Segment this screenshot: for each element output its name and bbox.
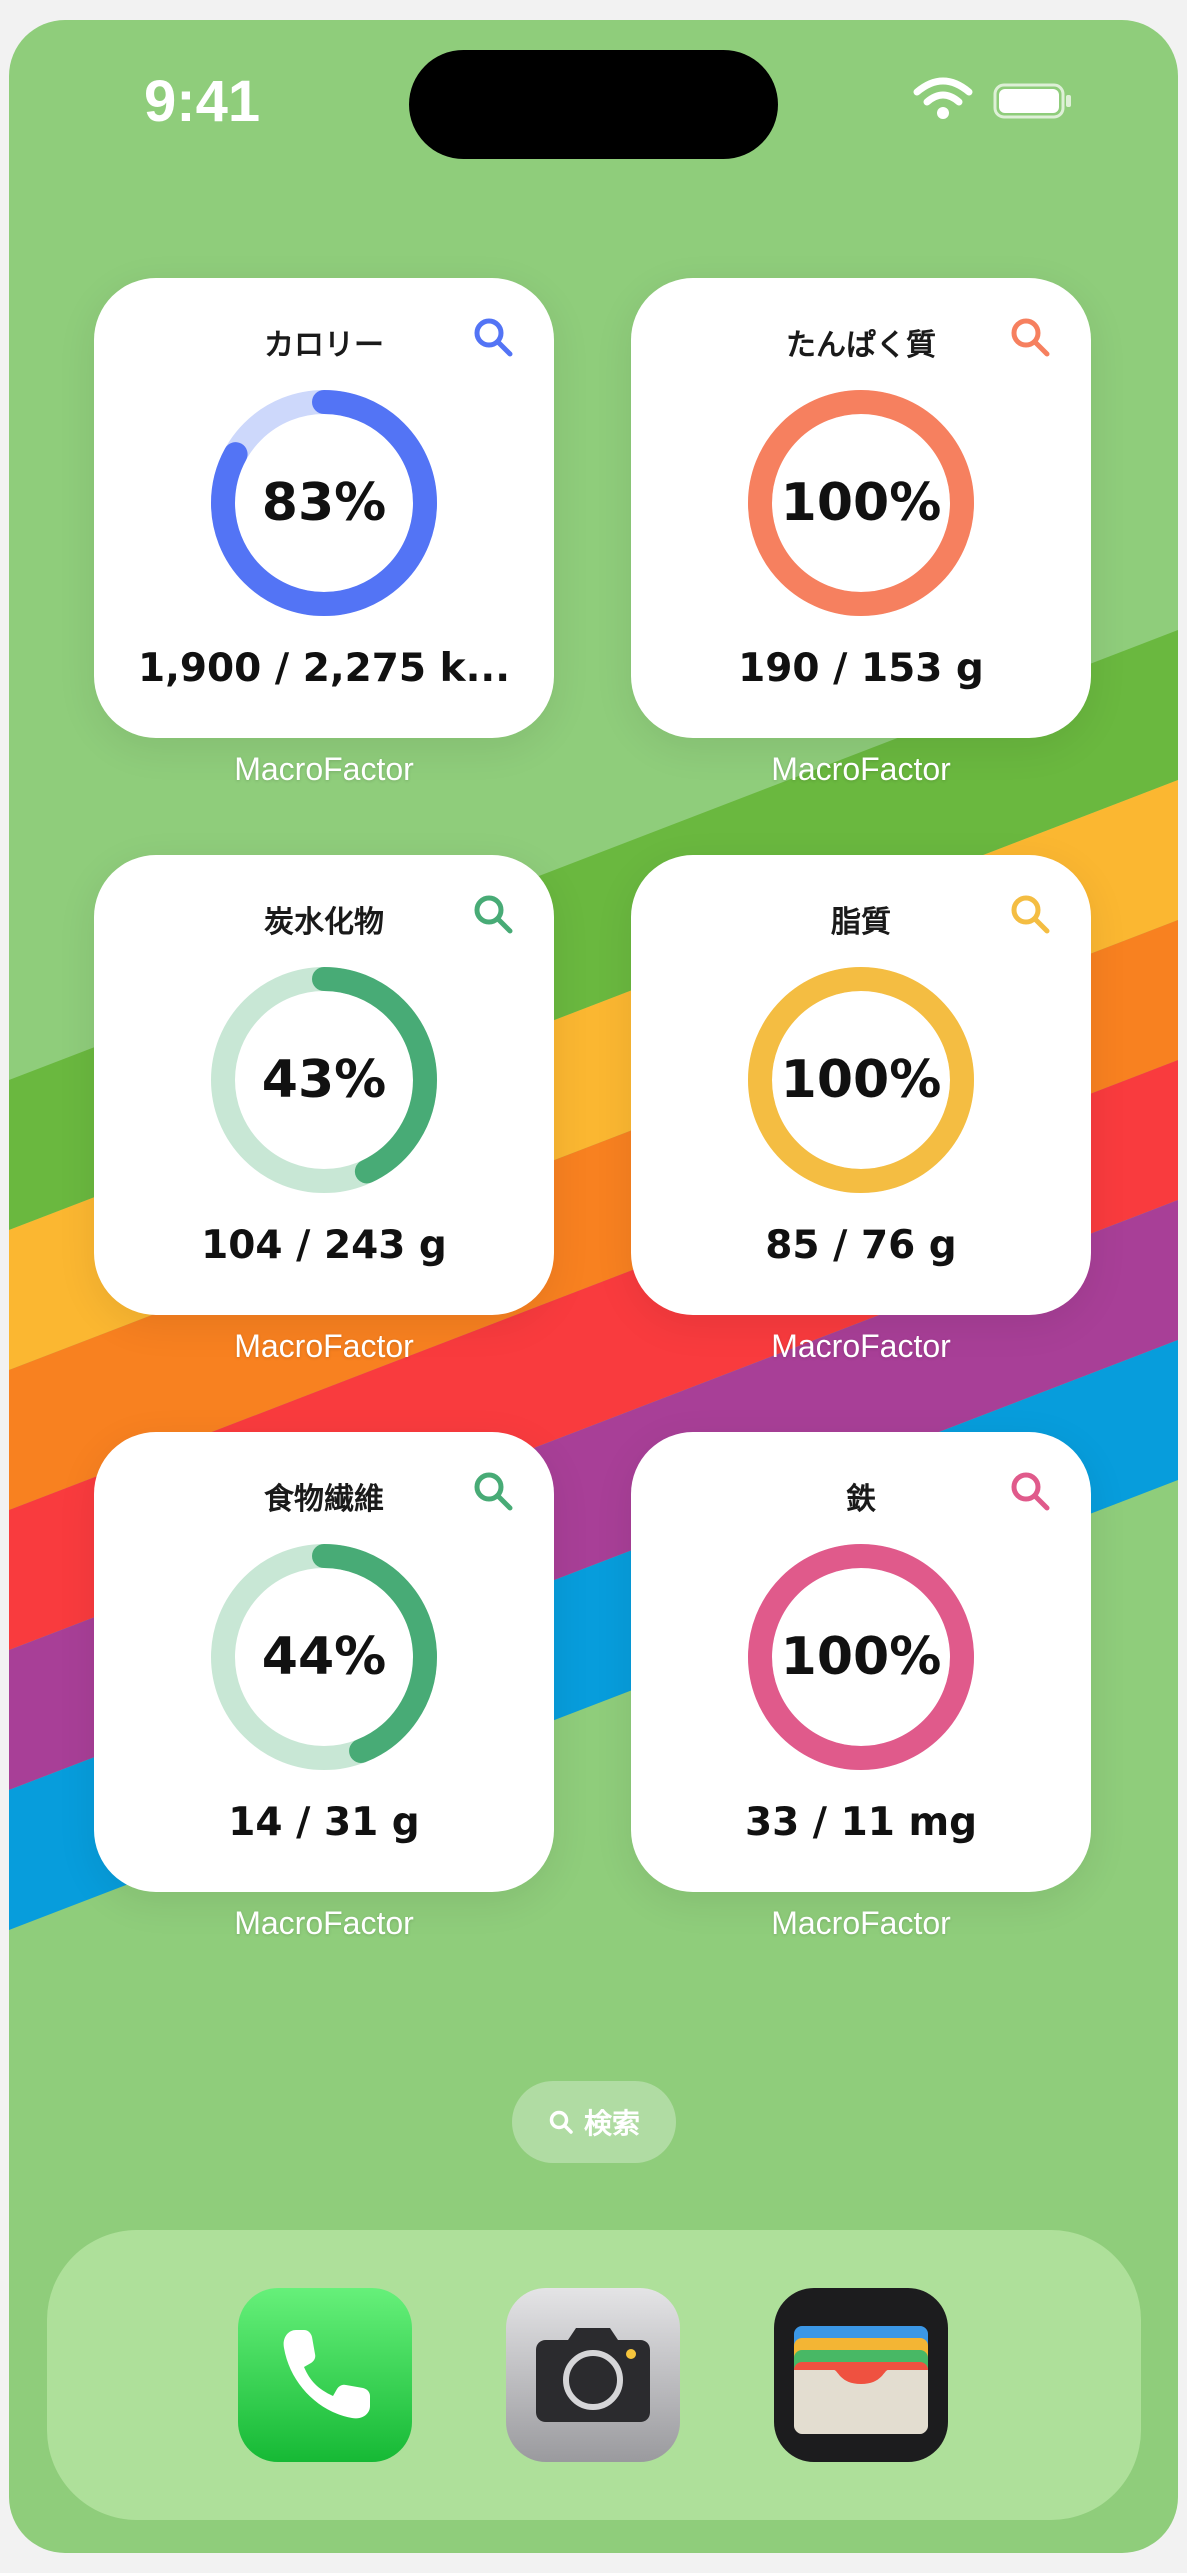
home-search-button[interactable]: 検索 [512, 2081, 676, 2163]
battery-icon [993, 83, 1071, 119]
widget-calories[interactable]: カロリー 83% 1,900 / 2,275 k... [94, 278, 554, 738]
home-screen: 9:41 カロリー 83% 1,900 / 2,275 k... MacroFa… [9, 20, 1178, 2553]
widget-app-label: MacroFactor [771, 1905, 951, 1941]
search-icon[interactable] [472, 316, 514, 358]
percent-label: 43% [261, 1050, 387, 1110]
phone-app-icon[interactable] [238, 2288, 412, 2462]
search-icon [549, 2110, 573, 2134]
widget-value: 33 / 11 mg [744, 1800, 978, 1845]
search-icon[interactable] [472, 1470, 514, 1512]
widget-app-label: MacroFactor [234, 1905, 414, 1941]
wallet-app-icon[interactable] [774, 2288, 948, 2462]
dynamic-island [409, 50, 778, 159]
wifi-icon [913, 77, 973, 119]
percent-label: 44% [261, 1627, 387, 1687]
widget-app-label: MacroFactor [771, 1328, 951, 1364]
percent-label: 100% [780, 473, 942, 533]
camera-app-icon[interactable] [506, 2288, 680, 2462]
widget-value: 190 / 153 g [738, 646, 984, 691]
widget-value: 1,900 / 2,275 k... [137, 646, 511, 691]
widget-value: 85 / 76 g [765, 1223, 957, 1268]
percent-label: 100% [780, 1050, 942, 1110]
search-icon[interactable] [1009, 893, 1051, 935]
widget-app-label: MacroFactor [234, 751, 414, 787]
widget-app-label: MacroFactor [771, 751, 951, 787]
widget-app-label: MacroFactor [234, 1328, 414, 1364]
phone-icon [238, 2288, 412, 2462]
widget-carbs[interactable]: 炭水化物 43% 104 / 243 g [94, 855, 554, 1315]
widget-value: 14 / 31 g [228, 1800, 420, 1845]
widget-value: 104 / 243 g [201, 1223, 447, 1268]
widget-protein[interactable]: たんぱく質 100% 190 / 153 g [631, 278, 1091, 738]
percent-label: 100% [780, 1627, 942, 1687]
search-label: 検索 [583, 2107, 640, 2140]
widget-fat[interactable]: 脂質 100% 85 / 76 g [631, 855, 1091, 1315]
widget-fiber[interactable]: 食物繊維 44% 14 / 31 g [94, 1432, 554, 1892]
percent-label: 83% [261, 473, 387, 533]
status-time: 9:41 [144, 69, 261, 134]
widget-iron[interactable]: 鉄 100% 33 / 11 mg [631, 1432, 1091, 1892]
search-icon[interactable] [1009, 1470, 1051, 1512]
search-icon[interactable] [472, 893, 514, 935]
camera-icon [506, 2288, 680, 2462]
search-icon[interactable] [1009, 316, 1051, 358]
wallet-icon [774, 2288, 948, 2462]
